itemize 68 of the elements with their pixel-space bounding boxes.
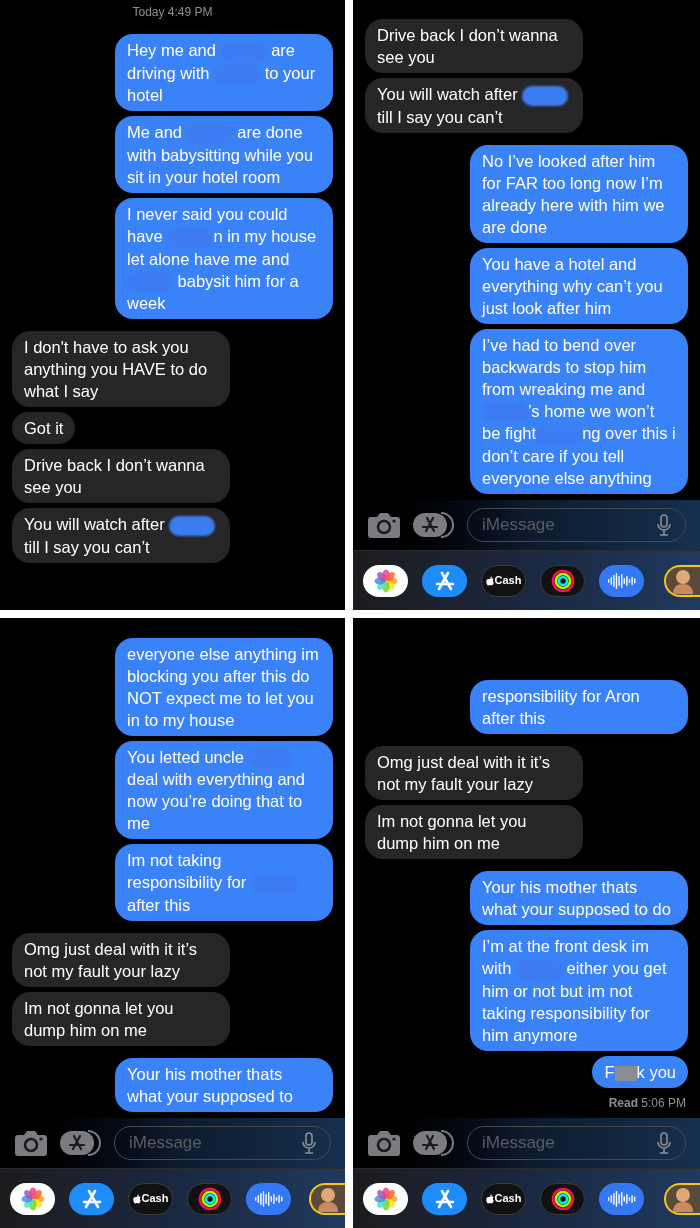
waveform-icon xyxy=(606,1188,637,1209)
activity-app-button[interactable] xyxy=(540,564,585,597)
app-store-icon xyxy=(433,569,456,592)
message-bubble: Im not taking responsibility for after this xyxy=(115,844,333,921)
message-bubble: F k you xyxy=(592,1056,688,1088)
audio-message-button[interactable] xyxy=(246,1182,291,1215)
message-bubble: Your his mother thats what your supposed to xyxy=(115,1058,333,1112)
message-bubble: Got it xyxy=(12,412,76,445)
app-store-icon[interactable] xyxy=(413,1129,455,1157)
message-bubble: Me and are done with babysitting while you sit in your hotel room xyxy=(115,116,333,193)
activity-app-button[interactable] xyxy=(187,1182,232,1215)
message-bubble: Drive back I don’t wanna see you xyxy=(365,19,583,74)
avatar-button[interactable] xyxy=(309,1182,345,1215)
message-bubble: You will watch after till I say you can’t xyxy=(12,508,230,563)
read-receipt: Read 5:06 PM xyxy=(607,1095,687,1112)
message-bubble: Im not gonna let you dump him on me xyxy=(12,992,230,1046)
timestamp: Today 4:49 PM xyxy=(131,4,214,21)
audio-message-button[interactable] xyxy=(599,1182,644,1215)
camera-icon[interactable] xyxy=(367,1129,401,1157)
message-bubble: Im not gonna let you dump him on me xyxy=(365,805,583,860)
message-bubble: Hey me and are driving with to your hotel xyxy=(115,34,333,112)
message-bubble: I don't have to ask you anything you HAVE to do what I say xyxy=(12,331,230,408)
message-bubble: Drive back I don’t wanna see you xyxy=(12,449,230,504)
waveform-icon xyxy=(253,1188,284,1209)
apple-cash-button[interactable]: Cash xyxy=(481,564,526,597)
message-bubble: responsibility for Aron after this xyxy=(470,680,688,735)
rings-icon xyxy=(550,568,575,593)
message-bubble: everyone else anything im blocking you after this do NOT expect me to let you in to my house xyxy=(115,637,333,736)
apple-icon xyxy=(485,575,494,586)
camera-icon[interactable] xyxy=(367,511,401,539)
activity-app-button[interactable] xyxy=(540,1182,585,1215)
app-store-button[interactable] xyxy=(69,1182,114,1215)
apple-cash-button[interactable]: Cash xyxy=(481,1182,526,1215)
message-bubble: Omg just deal with it it’s not my fault your lazy xyxy=(365,746,583,801)
waveform-icon xyxy=(606,570,637,591)
message-bubble: No I’ve looked after him for FAR too long now I’m already here with him we are done xyxy=(470,144,688,243)
app-store-button[interactable] xyxy=(422,564,467,597)
rings-icon xyxy=(550,1186,575,1211)
avatar-icon xyxy=(317,1185,339,1212)
message-bubble: You have a hotel and everything why can’t you just look after him xyxy=(470,247,688,324)
avatar-icon xyxy=(672,567,694,594)
app-store-icon[interactable] xyxy=(413,511,455,539)
apple-icon xyxy=(132,1193,141,1204)
message-bubble: I’ve had to bend over backwards to stop him from wreaking me and ’s home we won’t be fight ng over this i don’t care if you tell everyone else anything xyxy=(470,328,688,494)
camera-icon[interactable] xyxy=(14,1129,48,1157)
audio-message-button[interactable] xyxy=(599,564,644,597)
microphone-icon[interactable] xyxy=(657,514,671,536)
rings-icon xyxy=(197,1186,222,1211)
apple-icon xyxy=(485,1193,494,1204)
photos-app-button[interactable] xyxy=(363,564,408,597)
app-store-button[interactable] xyxy=(422,1182,467,1215)
apple-cash-button[interactable]: Cash xyxy=(128,1182,173,1215)
message-bubble: Your his mother thats what your supposed to do xyxy=(470,871,688,926)
photos-app-button[interactable] xyxy=(10,1182,55,1215)
message-bubble: Omg just deal with it it’s not my fault your lazy xyxy=(12,933,230,987)
app-store-icon xyxy=(80,1187,103,1210)
avatar-button[interactable] xyxy=(664,564,700,597)
app-store-icon[interactable] xyxy=(60,1129,102,1157)
message-bubble: I’m at the front desk im with either you get him or not but im not taking responsibility for him anymore xyxy=(470,930,688,1051)
message-bubble: You will watch after till I say you can’t xyxy=(365,78,583,133)
photos-app-button[interactable] xyxy=(363,1182,408,1215)
avatar-button[interactable] xyxy=(664,1182,700,1215)
message-bubble: You letted uncle deal with everything and now you’re doing that to me xyxy=(115,740,333,840)
microphone-icon[interactable] xyxy=(657,1132,671,1154)
message-bubble: I never said you could have n in my house let alone have me and babysit him for a week xyxy=(115,197,333,320)
microphone-icon[interactable] xyxy=(302,1132,316,1154)
avatar-icon xyxy=(672,1185,694,1212)
app-store-icon xyxy=(433,1187,456,1210)
